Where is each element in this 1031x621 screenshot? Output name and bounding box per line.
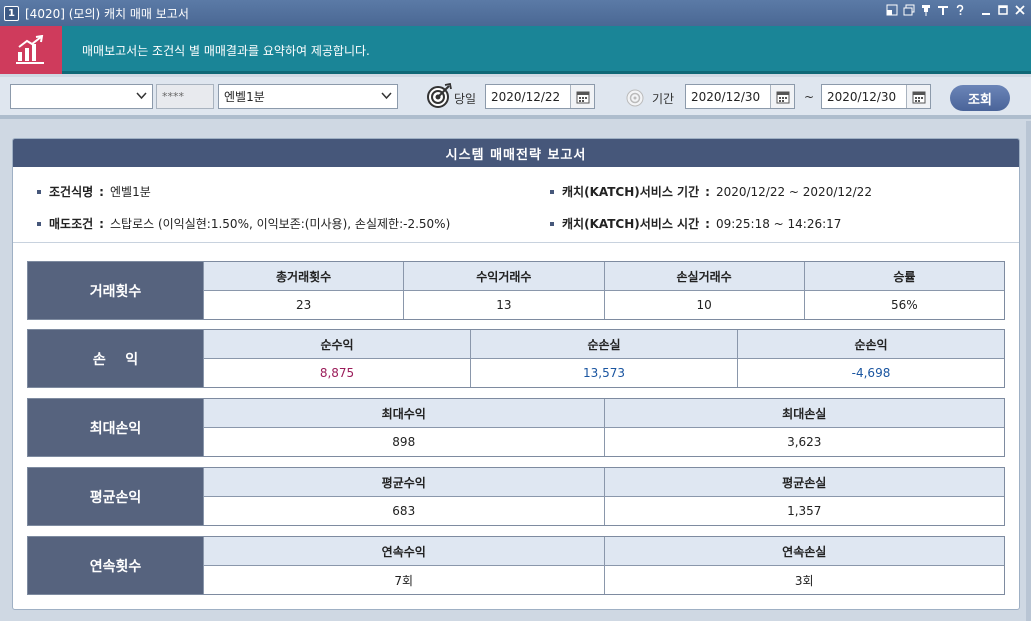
- col-header: 총거래횟수: [204, 262, 404, 291]
- col-value: 683: [392, 504, 416, 518]
- period-radio-icon[interactable]: [626, 89, 644, 107]
- condition-select[interactable]: 엔벨1분: [218, 84, 398, 109]
- col-header: 최대손실: [604, 399, 1004, 428]
- col-header: 승률: [804, 262, 1004, 291]
- service-time-value: 09:25:18 ~ 14:26:17: [715, 216, 842, 231]
- col-value: 1,357: [787, 504, 822, 518]
- col-value: 13: [496, 298, 512, 312]
- col-value: 3회: [794, 573, 814, 588]
- condition-name-label: 조건식명: [49, 185, 94, 199]
- today-date-field[interactable]: 2020/12/22: [485, 84, 595, 109]
- col-header: 연속수익: [204, 537, 604, 566]
- query-button[interactable]: 조회: [950, 85, 1010, 111]
- period-to-field[interactable]: 2020/12/30: [821, 84, 931, 109]
- net-loss-value: 13,573: [583, 366, 625, 380]
- chevron-down-icon: [381, 92, 392, 100]
- service-period-label: 캐치(KATCH)서비스 기간: [562, 185, 700, 199]
- password-mask: ****: [162, 90, 184, 103]
- bullet-icon: [550, 221, 554, 226]
- col-value: 898: [392, 435, 416, 449]
- service-time-label: 캐치(KATCH)서비스 시간: [562, 217, 700, 231]
- colon: :: [99, 184, 104, 199]
- service-time-row: 캐치(KATCH)서비스 시간 : 09:25:18 ~ 14:26:17: [550, 215, 841, 232]
- window-title: [4020] (모의) 캐치 매매 보고서: [25, 6, 189, 21]
- bullet-icon: [550, 189, 554, 194]
- colon: :: [705, 184, 710, 199]
- col-header: 순손실: [471, 330, 737, 359]
- report-title: 시스템 매매전략 보고서: [13, 139, 1019, 167]
- block-head: 최대손익: [28, 399, 203, 456]
- report-info: 조건식명 : 엔벨1분 매도조건 : 스탑로스 (이익실현:1.50%, 이익보…: [13, 167, 1019, 243]
- font-size-icon[interactable]: [936, 4, 950, 20]
- maximize-icon[interactable]: [996, 4, 1010, 20]
- info-banner: 매매보고서는 조건식 별 매매결과를 요약하여 제공합니다.: [0, 26, 1031, 74]
- service-period-row: 캐치(KATCH)서비스 기간 : 2020/12/22 ~ 2020/12/2…: [550, 183, 872, 200]
- col-value: 56%: [891, 298, 918, 312]
- bullet-icon: [37, 189, 41, 194]
- calendar-icon[interactable]: [906, 85, 930, 108]
- pin-icon[interactable]: [919, 4, 933, 20]
- net-pnl-value: -4,698: [851, 366, 891, 380]
- block-head: 거래횟수: [28, 262, 203, 319]
- colon: :: [99, 216, 104, 231]
- streak-block: 연속횟수 연속수익 7회 연속손실 3회: [27, 536, 1005, 595]
- toolbar: **** 엔벨1분 당일 2020/12/22 기간 2020/12/30 ~ …: [0, 77, 1031, 119]
- sell-condition-label: 매도조건: [49, 217, 94, 231]
- col-header: 손실거래수: [604, 262, 804, 291]
- colon: :: [705, 216, 710, 231]
- period-tilde: ~: [804, 90, 815, 104]
- col-header: 평균수익: [204, 468, 604, 497]
- window-controls: [885, 4, 1027, 20]
- minimize-icon[interactable]: [979, 4, 993, 20]
- window-number-badge: 1: [4, 5, 19, 21]
- col-value: 7회: [394, 573, 414, 588]
- period-label: 기간: [652, 92, 675, 106]
- block-head: 평균손익: [28, 468, 203, 525]
- col-header: 평균손실: [604, 468, 1004, 497]
- col-value: 3,623: [787, 435, 822, 449]
- calendar-icon[interactable]: [570, 85, 594, 108]
- period-from-field[interactable]: 2020/12/30: [685, 84, 795, 109]
- avg-pnl-block: 평균손익 평균수익 683 평균손실 1,357: [27, 467, 1005, 526]
- trade-count-block: 거래횟수 총거래횟수 23 수익거래수 13 손실거래수 10 승률 56%: [27, 261, 1005, 320]
- period-from-value: 2020/12/30: [691, 89, 761, 104]
- copy-window-icon[interactable]: [902, 4, 916, 20]
- bullet-icon: [37, 221, 41, 226]
- window-titlebar: 1 [4020] (모의) 캐치 매매 보고서: [0, 0, 1031, 26]
- target-icon[interactable]: [427, 82, 453, 109]
- today-date-value: 2020/12/22: [491, 89, 561, 104]
- close-icon[interactable]: [1013, 4, 1027, 20]
- net-profit-value: 8,875: [319, 366, 355, 380]
- col-header: 순손익: [738, 330, 1004, 359]
- col-header: 최대수익: [204, 399, 604, 428]
- col-value: 10: [696, 298, 712, 312]
- help-icon[interactable]: [953, 4, 967, 20]
- col-value: 23: [295, 298, 312, 312]
- max-pnl-block: 최대손익 최대수익 898 최대손실 3,623: [27, 398, 1005, 457]
- today-label: 당일: [454, 92, 477, 106]
- service-period-value: 2020/12/22 ~ 2020/12/22: [715, 184, 872, 199]
- restore-layout-icon[interactable]: [885, 4, 899, 20]
- col-header: 순수익: [204, 330, 470, 359]
- password-field[interactable]: ****: [156, 84, 214, 109]
- report-panel: 시스템 매매전략 보고서 조건식명 : 엔벨1분 매도조건 : 스탑로스 (이익…: [12, 138, 1020, 610]
- account-select[interactable]: [10, 84, 153, 109]
- block-head: 연속횟수: [28, 537, 203, 594]
- profit-loss-block: 손 익 순수익 8,875 순손실 13,573 순손익 -4,698: [27, 329, 1005, 388]
- period-to-value: 2020/12/30: [827, 89, 897, 104]
- sell-condition-row: 매도조건 : 스탑로스 (이익실현:1.50%, 이익보존:(미사용), 손실제…: [37, 215, 450, 232]
- report-chart-icon: [0, 26, 62, 74]
- col-header: 수익거래수: [404, 262, 604, 291]
- calendar-icon[interactable]: [770, 85, 794, 108]
- chevron-down-icon: [136, 92, 147, 100]
- banner-text: 매매보고서는 조건식 별 매매결과를 요약하여 제공합니다.: [82, 44, 370, 58]
- condition-name-value: 엔벨1분: [109, 185, 151, 199]
- sell-condition-value: 스탑로스 (이익실현:1.50%, 이익보존:(미사용), 손실제한:-2.50…: [109, 217, 451, 231]
- condition-name-row: 조건식명 : 엔벨1분: [37, 183, 151, 200]
- window-edge: [1026, 121, 1031, 621]
- condition-select-value: 엔벨1분: [224, 90, 265, 104]
- col-header: 연속손실: [604, 537, 1004, 566]
- block-head: 손 익: [28, 330, 203, 387]
